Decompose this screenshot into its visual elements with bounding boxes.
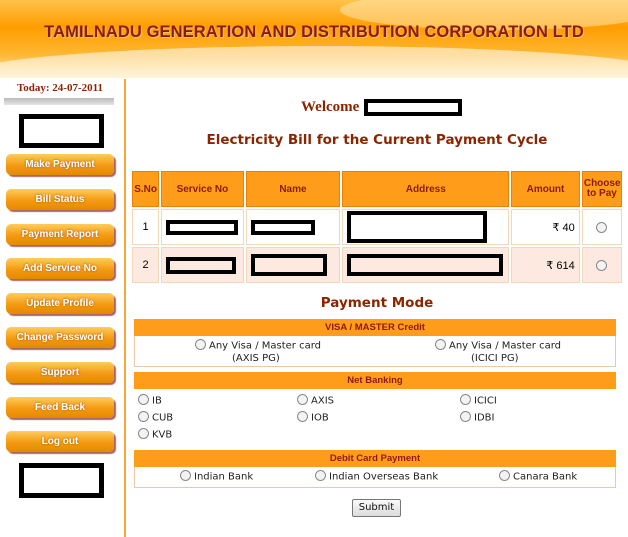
- header-swoosh: [0, 46, 628, 78]
- credit-icici-label: Any Visa / Master card: [449, 340, 561, 352]
- credit-option-axis[interactable]: Any Visa / Master card: [195, 339, 321, 352]
- welcome-text: Welcome: [301, 99, 359, 116]
- payment-report-button[interactable]: Payment Report: [6, 224, 114, 245]
- redacted-address: [347, 254, 504, 276]
- row-choose: [581, 209, 622, 245]
- sidebar: Today: 24-07-2011 Make Payment Bill Stat…: [0, 79, 126, 537]
- redacted-name: [250, 219, 315, 235]
- log-out-button[interactable]: Log out: [6, 431, 114, 452]
- table-row: 2 ₹ 614: [132, 247, 622, 283]
- redacted-username: [364, 99, 462, 116]
- bank-option-idbi[interactable]: IDBI: [460, 411, 495, 424]
- change-password-button[interactable]: Change Password: [6, 327, 114, 348]
- date-divider: [4, 98, 114, 105]
- bank-iob-radio[interactable]: [297, 411, 308, 422]
- debit-canara-label: Canara Bank: [513, 471, 578, 483]
- bill-status-button[interactable]: Bill Status: [6, 189, 114, 210]
- redacted-service-no: [166, 256, 237, 274]
- row-amount: ₹ 614: [511, 247, 580, 283]
- col-choose-to-pay-label: Choose to Pay: [583, 178, 621, 199]
- row-sno: 1: [132, 209, 160, 245]
- bank-option-iob[interactable]: IOB: [297, 411, 329, 424]
- bank-ib-radio[interactable]: [138, 394, 149, 405]
- redacted-user-box: [19, 114, 104, 148]
- debit-option-iob[interactable]: Indian Overseas Bank: [315, 470, 439, 483]
- bank-option-ib[interactable]: IB: [138, 394, 162, 407]
- row-name: [245, 209, 341, 245]
- credit-option-icici[interactable]: Any Visa / Master card: [435, 339, 561, 352]
- col-sno: S.No: [132, 171, 160, 207]
- debit-section: Indian Bank Indian Overseas Bank Canara …: [134, 467, 616, 488]
- credit-section: Any Visa / Master card (AXIS PG) Any Vis…: [134, 336, 616, 367]
- submit-button[interactable]: Submit: [352, 499, 401, 517]
- col-service-no: Service No: [161, 171, 244, 207]
- bank-kvb-label: KVB: [152, 429, 173, 441]
- debit-indian-bank-label: Indian Bank: [194, 471, 254, 483]
- bank-icici-label: ICICI: [474, 395, 497, 407]
- bank-cub-label: CUB: [152, 412, 174, 424]
- bank-axis-label: AXIS: [311, 395, 334, 407]
- col-choose-to-pay: Choose to Pay: [581, 171, 622, 207]
- credit-icici-sub: (ICICI PG): [471, 353, 519, 364]
- header-title: TAMILNADU GENERATION AND DISTRIBUTION CO…: [44, 23, 584, 41]
- credit-axis-sub: (AXIS PG): [232, 353, 280, 364]
- bill-table: S.No Service No Name Address Amount Choo…: [130, 169, 624, 285]
- make-payment-button[interactable]: Make Payment: [6, 154, 114, 175]
- bank-option-cub[interactable]: CUB: [138, 411, 174, 424]
- net-banking-heading: Net Banking: [134, 372, 616, 389]
- bank-cub-radio[interactable]: [138, 411, 149, 422]
- payment-mode-title: Payment Mode: [320, 295, 434, 311]
- feed-back-button[interactable]: Feed Back: [6, 397, 114, 418]
- credit-icici-radio[interactable]: [435, 339, 446, 350]
- bank-option-icici[interactable]: ICICI: [460, 394, 497, 407]
- welcome-label: Welcome: [301, 99, 360, 115]
- col-name: Name: [245, 171, 341, 207]
- credit-axis-label: Any Visa / Master card: [209, 340, 321, 352]
- debit-option-indian-bank[interactable]: Indian Bank: [180, 470, 254, 483]
- row-address: [342, 247, 510, 283]
- page-header: TAMILNADU GENERATION AND DISTRIBUTION CO…: [0, 0, 628, 78]
- row-choose: [581, 247, 622, 283]
- redacted-name: [250, 254, 327, 276]
- credit-heading: VISA / MASTER Credit: [134, 319, 616, 336]
- today-date: Today: 24-07-2011: [16, 82, 104, 94]
- bank-option-kvb[interactable]: KVB: [138, 428, 173, 441]
- redacted-address: [347, 211, 488, 243]
- debit-canara-radio[interactable]: [499, 470, 510, 481]
- table-row: 1 ₹ 40: [132, 209, 622, 245]
- debit-heading: Debit Card Payment: [134, 450, 616, 467]
- net-banking-section: IB AXIS ICICI CUB IOB IDBI KVB: [134, 389, 614, 446]
- redacted-bottom-box: [19, 463, 104, 498]
- choose-to-pay-radio[interactable]: [596, 259, 608, 271]
- row-service-no: [161, 209, 244, 245]
- support-button[interactable]: Support: [6, 362, 114, 383]
- bill-subtitle: Electricity Bill for the Current Payment…: [206, 132, 548, 148]
- row-address: [342, 209, 510, 245]
- table-header-row: S.No Service No Name Address Amount Choo…: [132, 171, 622, 207]
- bank-axis-radio[interactable]: [297, 394, 308, 405]
- bank-kvb-radio[interactable]: [138, 428, 149, 439]
- row-service-no: [161, 247, 244, 283]
- debit-iob-label: Indian Overseas Bank: [329, 471, 439, 483]
- debit-option-canara[interactable]: Canara Bank: [499, 470, 578, 483]
- bank-idbi-radio[interactable]: [460, 411, 471, 422]
- col-address: Address: [342, 171, 510, 207]
- row-sno: 2: [132, 247, 160, 283]
- credit-axis-radio[interactable]: [195, 339, 206, 350]
- bank-idbi-label: IDBI: [474, 412, 495, 424]
- debit-indian-bank-radio[interactable]: [180, 470, 191, 481]
- choose-to-pay-radio[interactable]: [596, 221, 608, 233]
- bank-option-axis[interactable]: AXIS: [297, 394, 334, 407]
- bank-icici-radio[interactable]: [460, 394, 471, 405]
- bank-ib-label: IB: [152, 395, 162, 407]
- update-profile-button[interactable]: Update Profile: [6, 293, 114, 314]
- col-amount: Amount: [511, 171, 580, 207]
- bank-iob-label: IOB: [311, 412, 329, 424]
- main-content: Welcome Electricity Bill for the Current…: [126, 79, 628, 537]
- row-amount: ₹ 40: [511, 209, 580, 245]
- debit-iob-radio[interactable]: [315, 470, 326, 481]
- redacted-service-no: [166, 219, 239, 235]
- add-service-no-button[interactable]: Add Service No: [6, 258, 114, 279]
- row-name: [245, 247, 341, 283]
